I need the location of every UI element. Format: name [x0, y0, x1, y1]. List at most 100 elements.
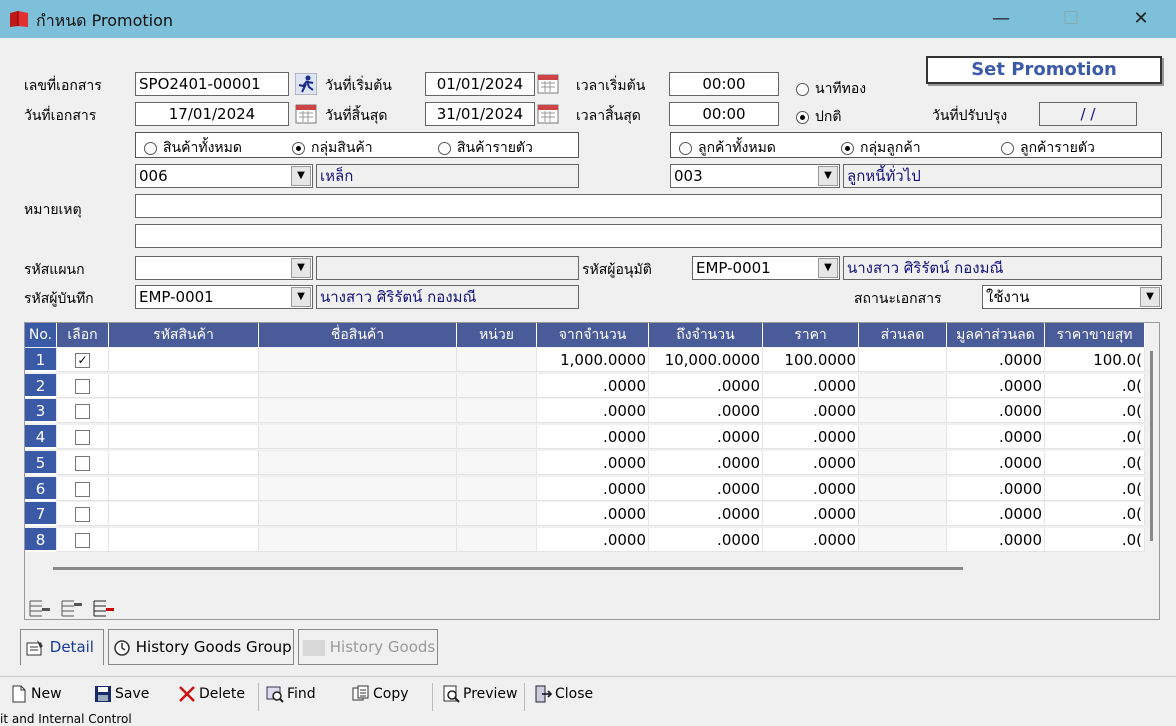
price-cell[interactable]: .0000: [763, 373, 859, 398]
from-qty-cell[interactable]: .0000: [537, 373, 649, 398]
select-checkbox[interactable]: [57, 399, 109, 424]
product-name-cell[interactable]: [259, 373, 457, 398]
dropdown-arrow-icon[interactable]: ▼: [291, 166, 311, 186]
discount-value-cell[interactable]: .0000: [947, 348, 1045, 372]
product-code-cell[interactable]: [109, 425, 259, 450]
product-name-cell[interactable]: [259, 450, 457, 475]
delete-row-icon[interactable]: [90, 596, 116, 622]
runner-icon[interactable]: [295, 73, 317, 95]
product-code-cell[interactable]: [109, 527, 259, 552]
price-cell[interactable]: .0000: [763, 502, 859, 527]
append-row-icon[interactable]: [58, 596, 84, 622]
unit-cell[interactable]: [457, 502, 537, 527]
copy-button[interactable]: Copy: [352, 685, 409, 703]
net-price-cell[interactable]: .0(: [1045, 373, 1145, 398]
discount-value-cell[interactable]: .0000: [947, 450, 1045, 475]
product-name-cell[interactable]: [259, 425, 457, 450]
from-qty-cell[interactable]: .0000: [537, 527, 649, 552]
new-button[interactable]: New: [10, 685, 62, 703]
calendar-icon[interactable]: [295, 103, 317, 125]
unit-cell[interactable]: [457, 425, 537, 450]
radio-customer-item[interactable]: ลูกค้ารายตัว: [1001, 137, 1095, 159]
net-price-cell[interactable]: .0(: [1045, 527, 1145, 552]
net-price-cell[interactable]: .0(: [1045, 450, 1145, 475]
product-code-cell[interactable]: [109, 450, 259, 475]
net-price-cell[interactable]: .0(: [1045, 476, 1145, 501]
promotion-grid[interactable]: No. เลือก รหัสสินค้า ชื่อสินค้า หน่วย จากจำนว…: [24, 322, 1160, 620]
price-cell[interactable]: .0000: [763, 450, 859, 475]
grid-header-no[interactable]: No.: [25, 323, 57, 347]
radio-normal[interactable]: ปกติ: [796, 106, 841, 128]
calendar-icon[interactable]: [537, 73, 559, 95]
to-qty-cell[interactable]: .0000: [649, 502, 763, 527]
discount-cell[interactable]: [859, 450, 947, 475]
discount-value-cell[interactable]: .0000: [947, 373, 1045, 398]
product-name-cell[interactable]: [259, 348, 457, 372]
discount-cell[interactable]: [859, 373, 947, 398]
discount-cell[interactable]: [859, 527, 947, 552]
save-button[interactable]: Save: [94, 685, 149, 703]
product-group-select[interactable]: 006: [135, 164, 313, 188]
discount-value-cell[interactable]: .0000: [947, 502, 1045, 527]
select-checkbox[interactable]: [57, 425, 109, 450]
checkbox[interactable]: [75, 404, 90, 420]
grid-header-net[interactable]: ราคาขายสุท: [1045, 323, 1145, 347]
net-price-cell[interactable]: .0(: [1045, 502, 1145, 527]
from-qty-cell[interactable]: 1,000.0000: [537, 348, 649, 372]
doc-date-field[interactable]: 17/01/2024: [135, 102, 289, 126]
from-qty-cell[interactable]: .0000: [537, 425, 649, 450]
radio-product-group[interactable]: กลุ่มสินค้า: [292, 137, 373, 159]
dropdown-arrow-icon[interactable]: ▼: [818, 166, 838, 186]
discount-value-cell[interactable]: .0000: [947, 527, 1045, 552]
discount-cell[interactable]: [859, 399, 947, 424]
from-qty-cell[interactable]: .0000: [537, 476, 649, 501]
calendar-icon[interactable]: [537, 103, 559, 125]
grid-header-discount[interactable]: ส่วนลด: [859, 323, 947, 347]
unit-cell[interactable]: [457, 476, 537, 501]
price-cell[interactable]: .0000: [763, 527, 859, 552]
price-cell[interactable]: .0000: [763, 425, 859, 450]
discount-cell[interactable]: [859, 476, 947, 501]
vertical-scrollbar[interactable]: [1145, 323, 1159, 593]
close-button[interactable]: Close: [534, 685, 593, 703]
net-price-cell[interactable]: 100.0(: [1045, 348, 1145, 372]
scrollbar-thumb[interactable]: [1150, 351, 1153, 541]
radio-golden-minute[interactable]: นาทีทอง: [796, 78, 866, 100]
unit-cell[interactable]: [457, 399, 537, 424]
discount-cell[interactable]: [859, 425, 947, 450]
checkbox[interactable]: [75, 507, 90, 523]
discount-value-cell[interactable]: .0000: [947, 425, 1045, 450]
from-qty-cell[interactable]: .0000: [537, 502, 649, 527]
maximize-button[interactable]: ☐: [1048, 4, 1094, 34]
product-code-cell[interactable]: [109, 502, 259, 527]
product-code-cell[interactable]: [109, 348, 259, 372]
product-name-cell[interactable]: [259, 399, 457, 424]
grid-header-unit[interactable]: หน่วย: [457, 323, 537, 347]
checkbox[interactable]: [75, 532, 90, 548]
to-qty-cell[interactable]: .0000: [649, 450, 763, 475]
end-time-field[interactable]: 00:00: [669, 102, 779, 126]
status-select[interactable]: ใช้งาน: [982, 285, 1162, 309]
unit-cell[interactable]: [457, 450, 537, 475]
net-price-cell[interactable]: .0(: [1045, 425, 1145, 450]
discount-value-cell[interactable]: .0000: [947, 399, 1045, 424]
start-time-field[interactable]: 00:00: [669, 72, 779, 96]
doc-no-field[interactable]: SPO2401-00001: [135, 72, 289, 96]
unit-cell[interactable]: [457, 348, 537, 372]
grid-header-from[interactable]: จากจำนวน: [537, 323, 649, 347]
product-code-cell[interactable]: [109, 476, 259, 501]
product-code-cell[interactable]: [109, 373, 259, 398]
to-qty-cell[interactable]: 10,000.0000: [649, 348, 763, 372]
select-checkbox[interactable]: [57, 373, 109, 398]
to-qty-cell[interactable]: .0000: [649, 399, 763, 424]
dropdown-arrow-icon[interactable]: ▼: [1140, 287, 1160, 307]
select-checkbox[interactable]: [57, 502, 109, 527]
radio-customer-group[interactable]: กลุ่มลูกค้า: [841, 137, 921, 159]
checkbox[interactable]: ✓: [75, 353, 90, 368]
recorder-select[interactable]: EMP-0001: [135, 285, 313, 309]
grid-header-to[interactable]: ถึงจำนวน: [649, 323, 763, 347]
tab-detail[interactable]: Detail: [20, 629, 104, 665]
price-cell[interactable]: 100.0000: [763, 348, 859, 372]
delete-button[interactable]: Delete: [178, 685, 245, 703]
to-qty-cell[interactable]: .0000: [649, 425, 763, 450]
